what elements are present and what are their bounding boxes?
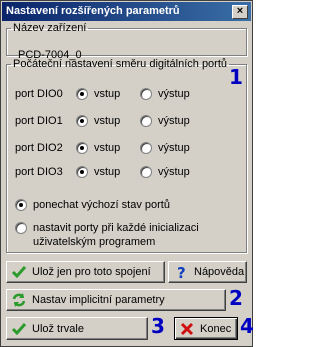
- annotation-2: 2: [229, 286, 243, 310]
- port-row-dio1: port DIO1 vstup výstup: [7, 114, 247, 130]
- ports-legend: Počáteční nastavení směru digitálních po…: [13, 58, 228, 70]
- port-label: port DIO2: [15, 142, 63, 154]
- input-label: vstup: [94, 88, 121, 100]
- dialog-window: Nastavení rozšířených parametrů × Název …: [0, 0, 254, 347]
- refresh-icon: [11, 292, 27, 308]
- annotation-4: 4: [240, 314, 254, 338]
- radio-output-dio1[interactable]: [140, 115, 152, 127]
- radio-set-each-init[interactable]: [15, 222, 27, 234]
- save-permanent-label: Ulož trvale: [32, 322, 84, 335]
- radio-output-dio3[interactable]: [140, 166, 152, 178]
- port-label: port DIO3: [15, 166, 63, 178]
- port-row-dio2: port DIO2 vstup výstup: [7, 141, 247, 157]
- radio-input-dio2[interactable]: [76, 142, 88, 154]
- radio-output-dio2[interactable]: [140, 142, 152, 154]
- output-label: výstup: [158, 88, 190, 100]
- device-name-group: Název zařízení PCD-7004_0: [6, 22, 247, 61]
- input-label: vstup: [94, 115, 121, 127]
- input-label: vstup: [94, 142, 121, 154]
- keep-default-label: ponechat výchozí stav portů: [33, 199, 170, 211]
- port-label: port DIO1: [15, 115, 63, 127]
- port-label: port DIO0: [15, 88, 63, 100]
- question-mark-icon: ?: [173, 264, 189, 280]
- ports-direction-group: Počáteční nastavení směru digitálních po…: [6, 58, 247, 253]
- radio-keep-default[interactable]: [15, 199, 27, 211]
- device-name-legend: Název zařízení: [13, 22, 87, 34]
- radio-input-dio3[interactable]: [76, 166, 88, 178]
- save-permanent-button[interactable]: Ulož trvale: [6, 317, 148, 340]
- output-label: výstup: [158, 115, 190, 127]
- output-label: výstup: [158, 166, 190, 178]
- close-button[interactable]: Konec: [174, 317, 238, 340]
- output-label: výstup: [158, 142, 190, 154]
- port-row-dio0: port DIO0 vstup výstup: [7, 87, 247, 103]
- set-each-init-label-line2: uživatelským programem: [33, 236, 156, 248]
- close-x-icon: [179, 321, 195, 337]
- close-label: Konec: [200, 322, 232, 335]
- radio-input-dio1[interactable]: [76, 115, 88, 127]
- set-default-params-label: Nastav implicitní parametry: [32, 294, 165, 306]
- help-label: Nápověda: [194, 266, 245, 278]
- close-icon: ×: [236, 5, 244, 17]
- svg-text:?: ?: [177, 264, 186, 280]
- annotation-3: 3: [151, 314, 165, 338]
- radio-output-dio0[interactable]: [140, 88, 152, 100]
- save-for-connection-label: Ulož jen pro toto spojení: [32, 266, 151, 278]
- input-label: vstup: [94, 166, 121, 178]
- port-row-dio3: port DIO3 vstup výstup: [7, 165, 247, 181]
- mode-option-set-each-init: nastavit porty při každé inicializaci už…: [7, 221, 247, 251]
- checkmark-icon: [11, 264, 27, 280]
- set-each-init-label-line1: nastavit porty při každé inicializaci: [33, 222, 199, 234]
- help-button[interactable]: ? Nápověda: [168, 261, 247, 283]
- save-for-connection-button[interactable]: Ulož jen pro toto spojení: [6, 261, 165, 283]
- mode-option-keep-default: ponechat výchozí stav portů: [7, 198, 247, 214]
- checkmark-icon: [11, 321, 27, 337]
- title-bar[interactable]: Nastavení rozšířených parametrů ×: [2, 2, 251, 21]
- title-close-button[interactable]: ×: [232, 5, 248, 19]
- annotation-1: 1: [229, 65, 243, 89]
- set-default-params-button[interactable]: Nastav implicitní parametry: [6, 289, 226, 311]
- window-title: Nastavení rozšířených parametrů: [6, 5, 180, 17]
- radio-input-dio0[interactable]: [76, 88, 88, 100]
